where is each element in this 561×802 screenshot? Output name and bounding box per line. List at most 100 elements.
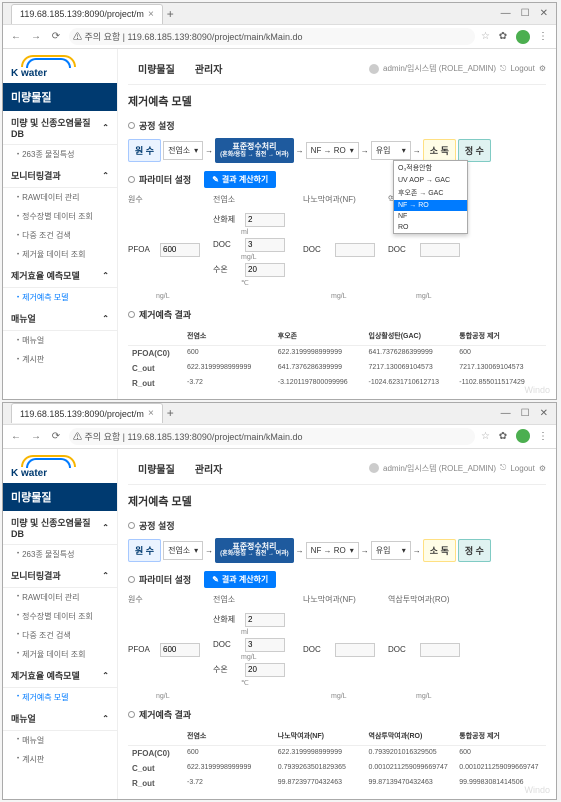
profile-avatar[interactable]	[516, 30, 530, 44]
sidebar-item-plant[interactable]: •정수장별 데이터 조회	[3, 207, 117, 226]
sidebar-section-manual[interactable]: 매뉴얼 ⌃	[3, 307, 117, 331]
sidebar-item-removal[interactable]: •제거율 데이터 조회	[3, 245, 117, 264]
calculate-button[interactable]: ✎ 결과 계산하기	[204, 571, 276, 588]
close-tab-icon[interactable]: ×	[148, 408, 154, 419]
process-select-pre[interactable]: 전염소▾	[163, 141, 203, 160]
sidebar-section-monitoring[interactable]: 모니터링결과⌃	[3, 564, 117, 588]
advanced-dropdown: O₃적용안함 UV AOP → GAC 후오존 → GAC NF → RO NF…	[393, 160, 468, 234]
sidebar-item-raw[interactable]: •RAW데이터 관리	[3, 588, 117, 607]
process-select-advanced[interactable]: NF → RO▾	[306, 142, 359, 159]
sidebar-item-multi[interactable]: •다중 조건 검색	[3, 626, 117, 645]
param-sanhwa-input[interactable]	[245, 213, 285, 227]
table-cell: 600	[183, 349, 274, 358]
settings-icon[interactable]: ⚙	[539, 464, 546, 473]
top-tab-admin[interactable]: 관리자	[185, 457, 233, 480]
maximize-icon[interactable]: ☐	[521, 8, 530, 19]
sidebar-item-board[interactable]: •계시판	[3, 350, 117, 369]
top-tab-micro[interactable]: 미량물질	[128, 57, 185, 80]
dropdown-option[interactable]: NF	[394, 211, 467, 222]
dropdown-option[interactable]: O₃적용안함	[394, 161, 467, 175]
settings-icon[interactable]: ⚙	[539, 64, 546, 73]
sidebar-section-model[interactable]: 제거효율 예측모델⌃	[3, 664, 117, 688]
sidebar-item-raw[interactable]: •RAW데이터 관리	[3, 188, 117, 207]
sidebar-item-label: 263종 물질특성	[22, 149, 74, 160]
profile-avatar[interactable]	[516, 429, 530, 443]
top-tab-admin[interactable]: 관리자	[185, 57, 233, 80]
browser-tab[interactable]: 119.68.185.139:8090/project/m ×	[11, 403, 163, 423]
browser-tab[interactable]: 119.68.185.139:8090/project/m ×	[11, 4, 163, 24]
close-window-icon[interactable]: ✕	[540, 408, 548, 419]
bookmark-icon[interactable]: ☆	[481, 31, 490, 42]
param-doc-r-input[interactable]	[420, 243, 460, 257]
logout-link[interactable]: Logout	[510, 64, 534, 73]
sidebar-item-board[interactable]: •계시판	[3, 750, 117, 769]
param-doc-input[interactable]	[245, 238, 285, 252]
sidebar-item-manual[interactable]: •매뉴얼	[3, 731, 117, 750]
process-select-advanced[interactable]: NF → RO▾	[306, 542, 359, 559]
param-pfoa-input[interactable]	[160, 243, 200, 257]
sidebar-section-model[interactable]: 제거효율 예측모델 ⌃	[3, 264, 117, 288]
circle-marker-icon	[128, 176, 135, 183]
reload-icon[interactable]: ⟳	[49, 431, 63, 442]
extensions-icon[interactable]: ✿	[496, 431, 510, 442]
url-input[interactable]: ⚠ 주의 요함 | 119.68.185.139:8090/project/ma…	[69, 28, 475, 45]
tab-title: 119.68.185.139:8090/project/m	[20, 9, 144, 19]
param-sugeon-input[interactable]	[245, 263, 285, 277]
close-window-icon[interactable]: ✕	[540, 8, 548, 19]
top-tab-micro[interactable]: 미량물질	[128, 457, 185, 480]
bookmark-icon[interactable]: ☆	[481, 431, 490, 442]
logout-link[interactable]: Logout	[510, 464, 534, 473]
sidebar-item-263[interactable]: • 263종 물질특성	[3, 145, 117, 164]
dropdown-option-selected[interactable]: NF → RO	[394, 200, 467, 211]
logo[interactable]: K water	[3, 449, 117, 483]
param-sugeon-input[interactable]	[245, 663, 285, 677]
param-unit: mg/L	[241, 254, 293, 261]
sidebar-item-multi[interactable]: •다중 조건 검색	[3, 226, 117, 245]
dropdown-option[interactable]: 후오존 → GAC	[394, 186, 467, 200]
sidebar-item-prediction[interactable]: •제거예측 모델	[3, 288, 117, 307]
minimize-icon[interactable]: —	[501, 408, 511, 419]
url-input[interactable]: ⚠ 주의 요함 | 119.68.185.139:8090/project/ma…	[69, 428, 475, 445]
maximize-icon[interactable]: ☐	[521, 408, 530, 419]
param-doc-n-input[interactable]	[335, 243, 375, 257]
param-doc-label: DOC	[213, 240, 241, 249]
param-doc-r-input[interactable]	[420, 643, 460, 657]
sidebar-item-manual[interactable]: •매뉴얼	[3, 331, 117, 350]
sidebar-item-263[interactable]: •263종 물질특성	[3, 545, 117, 564]
menu-icon[interactable]: ⋮	[536, 31, 550, 42]
param-doc-n-input[interactable]	[335, 643, 375, 657]
sidebar-section-manual[interactable]: 매뉴얼⌃	[3, 707, 117, 731]
process-select-inlet[interactable]: 유입▾	[371, 141, 411, 160]
process-select-inlet[interactable]: 유입▾	[371, 541, 411, 560]
sidebar-section-db[interactable]: 미량 및 신종오염물질DB ⌃	[3, 111, 117, 145]
process-select-pre[interactable]: 전염소▾	[163, 541, 203, 560]
close-tab-icon[interactable]: ×	[148, 9, 154, 20]
dropdown-option[interactable]: RO	[394, 222, 467, 233]
sidebar-item-plant[interactable]: •정수장별 데이터 조회	[3, 607, 117, 626]
reload-icon[interactable]: ⟳	[49, 31, 63, 42]
calculate-button[interactable]: ✎ 결과 계산하기	[204, 171, 276, 188]
dropdown-option[interactable]: UV AOP → GAC	[394, 175, 467, 186]
forward-icon[interactable]: →	[29, 31, 43, 42]
table-header: 전염소	[183, 731, 274, 741]
sidebar-section-monitoring[interactable]: 모니터링결과 ⌃	[3, 164, 117, 188]
menu-icon[interactable]: ⋮	[536, 431, 550, 442]
minimize-icon[interactable]: —	[501, 8, 511, 19]
param-sanhwa-input[interactable]	[245, 613, 285, 627]
forward-icon[interactable]: →	[29, 431, 43, 442]
circle-marker-icon	[128, 311, 135, 318]
sidebar: K water 미량물질 미량 및 신종오염물질DB⌃ •263종 물질특성 모…	[3, 449, 118, 799]
sidebar-item-prediction[interactable]: •제거예측 모델	[3, 688, 117, 707]
sidebar-section-db[interactable]: 미량 및 신종오염물질DB⌃	[3, 511, 117, 545]
new-tab-button[interactable]: +	[167, 406, 174, 420]
user-info: admin/임시스템 (ROLE_ADMIN) ⎋ Logout ⚙	[369, 463, 546, 474]
sidebar-item-removal[interactable]: •제거율 데이터 조회	[3, 645, 117, 664]
extensions-icon[interactable]: ✿	[496, 31, 510, 42]
param-doc-input[interactable]	[245, 638, 285, 652]
std-sub: (혼화/응집 → 침전 → 여과)	[220, 152, 289, 159]
back-icon[interactable]: ←	[9, 431, 23, 442]
back-icon[interactable]: ←	[9, 31, 23, 42]
new-tab-button[interactable]: +	[167, 7, 174, 21]
logo[interactable]: K water	[3, 49, 117, 83]
param-pfoa-input[interactable]	[160, 643, 200, 657]
